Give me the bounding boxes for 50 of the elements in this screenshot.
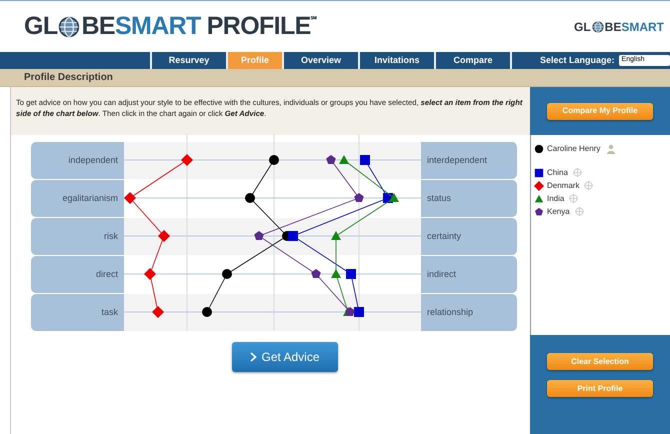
data-marker [389,193,399,202]
data-marker [345,307,355,316]
data-marker [354,307,364,317]
dimension-label: risk [31,218,124,255]
legend-label[interactable]: Kenya [547,206,570,218]
dimension-label: task [31,294,124,331]
dimension-label: direct [31,256,124,293]
data-marker [254,231,264,240]
crosshair-icon[interactable] [569,194,578,203]
globesmart-logo: GL BESMART [574,20,664,32]
dimension-label: egalitarianism [31,180,124,217]
dimension-label[interactable]: indirect [421,256,517,293]
crosshair-icon[interactable] [584,181,594,190]
dimension-label[interactable]: status [421,180,517,217]
dimension-label[interactable]: certainty [421,218,517,255]
language-label: Select Language: [540,54,615,67]
data-marker [124,192,136,204]
data-marker [331,231,341,240]
data-marker [360,155,370,165]
dimension-label: independent [31,142,124,179]
data-marker [245,193,255,203]
data-marker [202,307,212,317]
dimension-label[interactable]: relationship [421,294,517,331]
data-marker [222,269,232,279]
legend-label[interactable]: Denmark [547,180,580,192]
data-marker [288,231,298,241]
globesmart-profile-logo: GL BESMART PROFILE℠ [24,14,316,39]
globe-icon [58,16,80,38]
dimension-label[interactable]: interdependent [421,142,517,179]
data-marker [346,269,356,279]
data-marker [331,269,341,278]
legend-label[interactable]: Caroline Henry [547,142,600,154]
person-icon[interactable] [606,144,616,154]
crosshair-icon[interactable] [574,207,584,216]
legend-label[interactable]: China [547,166,568,178]
data-marker [339,155,349,164]
globe-icon [592,20,604,32]
chevron-right-icon [250,352,258,362]
data-marker [326,155,336,164]
crosshair-icon[interactable] [572,168,582,177]
section-header: Profile Description [0,69,670,87]
data-marker [269,155,279,165]
data-marker [354,193,364,202]
data-marker [311,269,321,278]
data-marker [158,230,170,242]
get-advice-button[interactable]: Get Advice [232,342,338,372]
legend-label[interactable]: India [547,192,564,204]
data-marker [144,268,156,280]
data-marker [152,306,164,318]
data-marker [181,154,193,166]
